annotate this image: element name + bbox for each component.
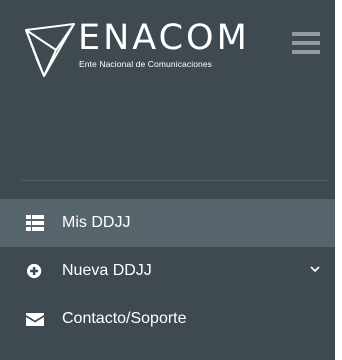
sidebar-item-nueva-ddjj[interactable]: Nueva DDJJ	[0, 247, 335, 295]
brand-subtitle: Ente Nacional de Comunicaciones	[79, 59, 213, 69]
sidebar-item-label: Nueva DDJJ	[62, 262, 152, 279]
sidebar: ENACOM Ente Nacional de Comunicaciones M…	[0, 0, 335, 360]
sidebar-nav: Mis DDJJ Nueva DDJJ Contacto/Soporte	[0, 199, 335, 343]
sidebar-item-contacto-soporte[interactable]: Contacto/Soporte	[0, 295, 335, 343]
brand-header: ENACOM Ente Nacional de Comunicaciones	[0, 0, 335, 90]
page-gutter	[335, 0, 342, 360]
brand-name: ENACOM	[78, 18, 250, 58]
plus-circle-icon	[27, 263, 42, 279]
enacom-logo-icon	[25, 23, 75, 77]
sidebar-item-label: Mis DDJJ	[62, 214, 131, 231]
sidebar-divider	[21, 180, 329, 181]
chevron-down-icon[interactable]	[310, 265, 320, 273]
sidebar-item-label: Contacto/Soporte	[62, 310, 187, 327]
sidebar-item-mis-ddjj[interactable]: Mis DDJJ	[0, 199, 335, 247]
list-icon	[26, 215, 44, 231]
hamburger-menu-icon[interactable]	[292, 32, 320, 54]
envelope-icon	[26, 313, 44, 326]
